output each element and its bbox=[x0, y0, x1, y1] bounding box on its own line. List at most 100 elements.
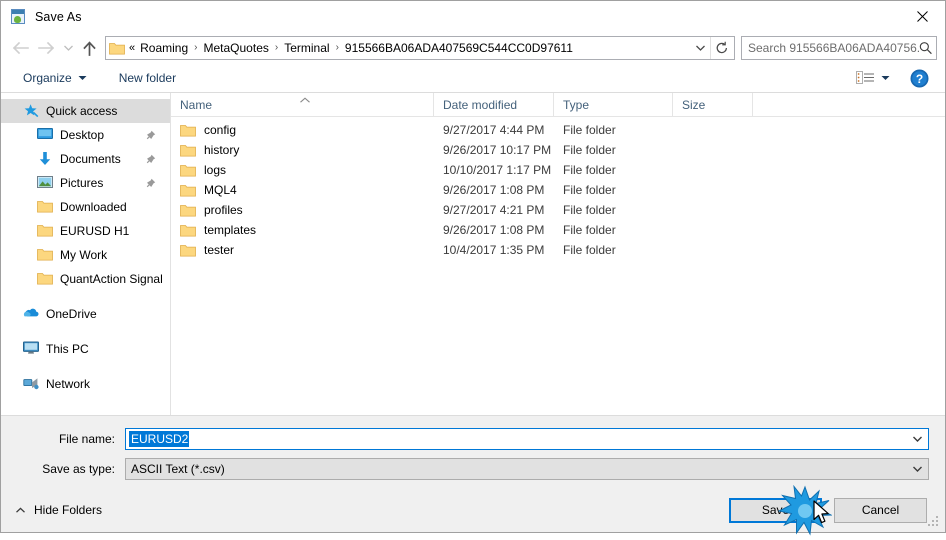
sidebar-item-desktop[interactable]: Desktop bbox=[1, 123, 170, 147]
sidebar-item-onedrive[interactable]: OneDrive bbox=[1, 302, 170, 326]
pin-icon bbox=[145, 154, 156, 165]
file-name-input[interactable]: EURUSD2 bbox=[125, 428, 929, 450]
view-options-icon bbox=[856, 70, 875, 86]
address-bar[interactable]: « Roaming › MetaQuotes › Terminal › 9155… bbox=[105, 36, 735, 60]
column-header-size[interactable]: Size bbox=[673, 92, 753, 117]
file-name-cell: MQL4 bbox=[171, 183, 434, 197]
file-name-label: File name: bbox=[58, 432, 115, 446]
recent-locations-icon bbox=[63, 45, 73, 51]
file-type-cell: File folder bbox=[563, 223, 616, 237]
search-icon bbox=[919, 42, 932, 55]
file-date-cell: 9/26/2017 10:17 PM bbox=[443, 143, 552, 157]
documents-icon bbox=[37, 151, 53, 167]
close-button[interactable] bbox=[899, 1, 945, 31]
file-name-row: File name: EURUSD2 bbox=[17, 428, 929, 450]
onedrive-icon bbox=[23, 306, 39, 322]
recent-locations-button[interactable] bbox=[59, 35, 77, 61]
save-as-type-dropdown-button[interactable] bbox=[906, 459, 928, 479]
breadcrumb-separator[interactable]: › bbox=[272, 43, 281, 53]
table-row[interactable]: MQL4 9/26/2017 1:08 PM File folder bbox=[171, 180, 945, 200]
file-date-cell: 10/10/2017 1:17 PM bbox=[443, 163, 552, 177]
help-button[interactable]: ? bbox=[910, 69, 929, 88]
back-button[interactable] bbox=[7, 35, 33, 61]
chevron-down-icon bbox=[912, 466, 922, 472]
table-row[interactable]: profiles 9/27/2017 4:21 PM File folder bbox=[171, 200, 945, 220]
up-button[interactable] bbox=[77, 35, 101, 61]
file-name-cell: config bbox=[171, 123, 434, 137]
chevron-down-icon bbox=[912, 436, 922, 442]
file-type-cell: File folder bbox=[563, 243, 616, 257]
table-row[interactable]: logs 10/10/2017 1:17 PM File folder bbox=[171, 160, 945, 180]
sidebar-item-label: OneDrive bbox=[46, 307, 97, 321]
new-folder-button[interactable]: New folder bbox=[111, 68, 184, 88]
search-input[interactable]: Search 915566BA06ADA40756... bbox=[748, 41, 919, 55]
file-name-label: profiles bbox=[204, 203, 243, 217]
breadcrumb-item-2[interactable]: Terminal bbox=[281, 39, 332, 57]
file-name-cell: tester bbox=[171, 243, 434, 257]
help-icon: ? bbox=[910, 69, 929, 87]
desktop-icon bbox=[37, 127, 53, 143]
svg-text:?: ? bbox=[916, 72, 923, 86]
column-header-date-modified[interactable]: Date modified bbox=[434, 92, 554, 117]
file-name-cell: history bbox=[171, 143, 434, 157]
table-row[interactable]: config 9/27/2017 4:44 PM File folder bbox=[171, 120, 945, 140]
breadcrumb-separator[interactable]: › bbox=[191, 43, 200, 53]
file-name-cell: templates bbox=[171, 223, 434, 237]
new-folder-label: New folder bbox=[118, 71, 177, 85]
save-as-type-value: ASCII Text (*.csv) bbox=[131, 462, 225, 476]
folder-icon bbox=[180, 203, 196, 217]
breadcrumb-overflow[interactable]: « bbox=[128, 42, 137, 54]
breadcrumb-separator[interactable]: › bbox=[333, 43, 342, 53]
file-name-value: EURUSD2 bbox=[129, 431, 190, 447]
sidebar-item-label: Quick access bbox=[46, 104, 118, 118]
save-button[interactable]: Save bbox=[729, 497, 822, 523]
sidebar-item-label: Network bbox=[46, 377, 91, 391]
sidebar-item-this-pc[interactable]: This PC bbox=[1, 337, 170, 361]
sidebar-item-label: Pictures bbox=[60, 176, 104, 190]
sidebar-item-pictures[interactable]: Pictures bbox=[1, 171, 170, 195]
window-title: Save As bbox=[35, 9, 82, 24]
file-name-label: templates bbox=[204, 223, 257, 237]
up-arrow-icon bbox=[82, 40, 96, 56]
sort-ascending-icon bbox=[299, 93, 311, 107]
folder-icon bbox=[180, 123, 196, 137]
view-options-button[interactable] bbox=[852, 68, 894, 88]
file-date-cell: 9/27/2017 4:44 PM bbox=[443, 123, 545, 137]
table-row[interactable]: history 9/26/2017 10:17 PM File folder bbox=[171, 140, 945, 160]
table-row[interactable]: templates 9/26/2017 1:08 PM File folder bbox=[171, 220, 945, 240]
breadcrumb-item-0[interactable]: Roaming bbox=[137, 39, 191, 57]
refresh-button[interactable] bbox=[710, 37, 732, 59]
sidebar-item-my-work[interactable]: My Work bbox=[1, 243, 170, 267]
cancel-button[interactable]: Cancel bbox=[834, 497, 927, 523]
sidebar-item-quantaction-signal[interactable]: QuantAction Signal bbox=[1, 267, 170, 291]
sidebar-item-quick-access[interactable]: Quick access bbox=[1, 99, 170, 123]
refresh-icon bbox=[716, 41, 727, 54]
address-dropdown-button[interactable] bbox=[691, 37, 710, 59]
organize-button[interactable]: Organize bbox=[15, 68, 95, 88]
hide-folders-button[interactable]: Hide Folders bbox=[15, 503, 102, 517]
search-box[interactable]: Search 915566BA06ADA40756... bbox=[741, 36, 937, 60]
sidebar-item-eurusd-h1[interactable]: EURUSD H1 bbox=[1, 219, 170, 243]
sidebar-item-network[interactable]: Network bbox=[1, 372, 170, 396]
sidebar-item-label: Desktop bbox=[60, 128, 105, 142]
file-list[interactable]: config 9/27/2017 4:44 PM File folder his… bbox=[171, 117, 945, 415]
back-arrow-icon bbox=[12, 41, 29, 55]
file-name-cell: profiles bbox=[171, 203, 434, 217]
breadcrumb-item-1[interactable]: MetaQuotes bbox=[201, 39, 272, 57]
resize-grip-icon[interactable] bbox=[928, 516, 941, 529]
save-as-type-label: Save as type: bbox=[42, 462, 115, 476]
sidebar-item-label: This PC bbox=[46, 342, 89, 356]
save-as-type-select[interactable]: ASCII Text (*.csv) bbox=[125, 458, 929, 480]
file-date-cell: 9/26/2017 1:08 PM bbox=[443, 223, 545, 237]
folder-icon bbox=[180, 143, 196, 157]
forward-button[interactable] bbox=[33, 35, 59, 61]
file-name-dropdown-button[interactable] bbox=[906, 429, 928, 449]
sidebar-item-label: Documents bbox=[60, 152, 121, 166]
breadcrumb-item-3[interactable]: 915566BA06ADA407569C544CC0D97611 bbox=[342, 39, 576, 57]
sidebar-item-documents[interactable]: Documents bbox=[1, 147, 170, 171]
navigation-bar: « Roaming › MetaQuotes › Terminal › 9155… bbox=[1, 32, 945, 64]
sidebar-item-downloaded[interactable]: Downloaded bbox=[1, 195, 170, 219]
column-header-type[interactable]: Type bbox=[554, 92, 673, 117]
table-row[interactable]: tester 10/4/2017 1:35 PM File folder bbox=[171, 240, 945, 260]
